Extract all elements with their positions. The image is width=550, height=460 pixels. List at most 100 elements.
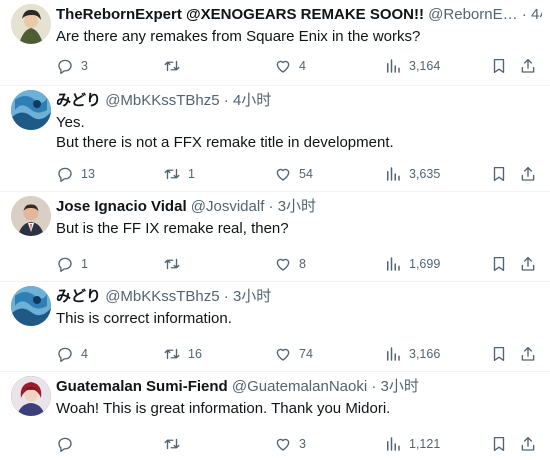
retweet-icon	[164, 348, 180, 360]
share-icon	[521, 58, 535, 73]
retweet-icon	[164, 60, 180, 72]
user-handle[interactable]: @RebornE…	[428, 6, 517, 23]
tweet-text: Are there any remakes from Square Enix i…	[56, 27, 542, 47]
reply-button[interactable]: 3	[56, 56, 88, 76]
bookmark-icon	[493, 58, 505, 74]
reply-button[interactable]: 1	[56, 254, 88, 274]
user-handle[interactable]: @MbKKssTBhz5	[105, 288, 219, 305]
share-icon	[521, 256, 535, 271]
tweet-text-line: This is correct information.	[56, 310, 232, 327]
heart-icon	[276, 258, 290, 271]
avatar[interactable]	[11, 90, 51, 130]
heart-icon	[276, 348, 290, 361]
bookmark-icon	[493, 166, 505, 182]
tweet-header: みどり @MbKKssTBhz5 · 4小时	[56, 92, 542, 110]
views-count: 1,121	[409, 437, 441, 451]
display-name[interactable]: みどり	[56, 288, 101, 305]
like-button[interactable]: 8	[274, 254, 306, 274]
bookmark-icon	[493, 256, 505, 272]
retweet-count: 1	[188, 167, 195, 181]
timestamp[interactable]: 4小时	[233, 92, 271, 109]
retweet-icon	[164, 438, 180, 450]
tweet-header: Jose Ignacio Vidal @Josvidalf · 3小时	[56, 198, 542, 216]
action-bar: 3 4 3,164	[56, 56, 550, 76]
bookmark-button[interactable]	[490, 164, 508, 184]
tweet-text: Yes. But there is not a FFX remake title…	[56, 113, 542, 153]
reply-button[interactable]: 4	[56, 344, 88, 364]
retweet-button[interactable]	[163, 434, 188, 454]
timestamp[interactable]: 3小时	[381, 378, 419, 395]
display-name[interactable]: Jose Ignacio Vidal	[56, 198, 187, 215]
separator-dot: ·	[268, 198, 274, 215]
tweet-text: This is correct information.	[56, 309, 542, 329]
tweet-text: But is the FF IX remake real, then?	[56, 219, 542, 239]
bookmark-icon	[493, 436, 505, 452]
avatar-image	[11, 196, 51, 236]
views-count: 3,166	[409, 347, 441, 361]
retweet-button[interactable]: 1	[163, 164, 195, 184]
bookmark-button[interactable]	[490, 254, 508, 274]
heart-icon	[276, 438, 290, 451]
tweet[interactable]: みどり @MbKKssTBhz5 · 3小时 This is correct i…	[0, 282, 550, 372]
avatar[interactable]	[11, 196, 51, 236]
tweet-text-line: Yes.	[56, 114, 85, 131]
tweet[interactable]: みどり @MbKKssTBhz5 · 4小时 Yes. But there is…	[0, 86, 550, 192]
reply-button[interactable]: 13	[56, 164, 95, 184]
bookmark-button[interactable]	[490, 434, 508, 454]
views-icon	[387, 347, 400, 361]
user-handle[interactable]: @Josvidalf	[191, 198, 265, 215]
views-icon	[387, 437, 400, 451]
views-button[interactable]: 1,699	[384, 254, 440, 274]
retweet-button[interactable]: 16	[163, 344, 202, 364]
views-count: 3,635	[409, 167, 441, 181]
share-button[interactable]	[519, 434, 537, 454]
timestamp[interactable]: 4小时	[531, 6, 542, 23]
bookmark-button[interactable]	[490, 344, 508, 364]
reply-thread: TheRebornExpert @XENOGEARS REMAKE SOON!!…	[0, 0, 550, 460]
user-handle[interactable]: @GuatemalanNaoki	[232, 378, 367, 395]
share-button[interactable]	[519, 56, 537, 76]
avatar-image	[11, 90, 51, 130]
share-button[interactable]	[519, 164, 537, 184]
retweet-button[interactable]	[163, 254, 188, 274]
retweet-count: 16	[188, 347, 202, 361]
views-icon	[387, 167, 400, 181]
retweet-button[interactable]	[163, 56, 188, 76]
tweet[interactable]: TheRebornExpert @XENOGEARS REMAKE SOON!!…	[0, 0, 550, 86]
like-button[interactable]: 4	[274, 56, 306, 76]
share-button[interactable]	[519, 254, 537, 274]
timestamp[interactable]: 3小时	[278, 198, 316, 215]
share-button[interactable]	[519, 344, 537, 364]
like-button[interactable]: 74	[274, 344, 313, 364]
display-name[interactable]: みどり	[56, 92, 101, 109]
action-bar: 1 8 1,699	[56, 254, 550, 274]
bookmark-button[interactable]	[490, 56, 508, 76]
share-icon	[521, 436, 535, 451]
separator-dot: ·	[223, 288, 229, 305]
like-count: 4	[299, 59, 306, 73]
tweet-text: Woah! This is great information. Thank y…	[56, 399, 542, 419]
timestamp[interactable]: 3小时	[233, 288, 271, 305]
avatar[interactable]	[11, 286, 51, 326]
action-bar: 13 1 54 3,635	[56, 164, 550, 184]
reply-count: 4	[81, 347, 88, 361]
separator-dot: ·	[371, 378, 377, 395]
views-button[interactable]: 3,635	[384, 164, 440, 184]
views-count: 1,699	[409, 257, 441, 271]
tweet[interactable]: Jose Ignacio Vidal @Josvidalf · 3小时 But …	[0, 192, 550, 282]
views-button[interactable]: 3,166	[384, 344, 440, 364]
tweet-text-line: Woah! This is great information. Thank y…	[56, 400, 391, 417]
avatar[interactable]	[11, 4, 51, 44]
user-handle[interactable]: @MbKKssTBhz5	[105, 92, 219, 109]
views-button[interactable]: 1,121	[384, 434, 440, 454]
tweet-text-line: But is the FF IX remake real, then?	[56, 220, 289, 237]
like-count: 54	[299, 167, 313, 181]
avatar[interactable]	[11, 376, 51, 416]
like-button[interactable]: 54	[274, 164, 313, 184]
display-name[interactable]: TheRebornExpert @XENOGEARS REMAKE SOON!!	[56, 6, 424, 23]
display-name[interactable]: Guatemalan Sumi-Fiend	[56, 378, 228, 395]
reply-button[interactable]	[56, 434, 81, 454]
like-button[interactable]: 3	[274, 434, 306, 454]
views-button[interactable]: 3,164	[384, 56, 440, 76]
tweet[interactable]: Guatemalan Sumi-Fiend @GuatemalanNaoki ·…	[0, 372, 550, 460]
